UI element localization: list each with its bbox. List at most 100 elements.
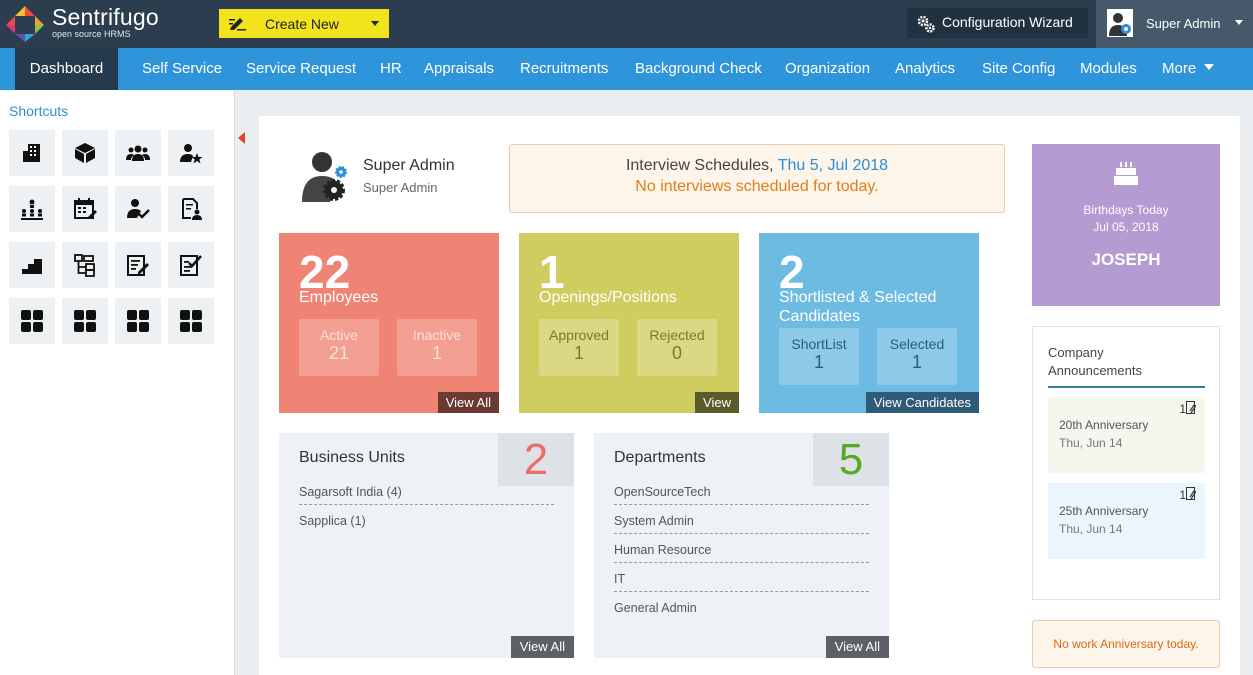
shortcut-favorite-user[interactable] (168, 130, 214, 176)
attachment-count-value: 1 (1179, 488, 1186, 502)
active-employees-box: Active 21 (299, 319, 379, 376)
selected-box: Selected 1 (877, 328, 957, 385)
interview-message: No interviews scheduled for today. (635, 178, 879, 195)
nav-item-analytics[interactable]: Analytics (895, 48, 955, 90)
shortcut-user-approve[interactable] (115, 186, 161, 232)
rejected-box: Rejected 0 (637, 319, 717, 376)
nav-item-site-config[interactable]: Site Config (982, 48, 1055, 90)
create-new-label: Create New (265, 16, 339, 32)
sentrifugo-logo-icon[interactable] (4, 4, 46, 44)
selected-label: Selected (889, 336, 945, 352)
shortlist-box: ShortList 1 (779, 328, 859, 385)
candidates-card: 2 Shortlisted & Selected Candidates Short… (759, 233, 979, 413)
nav-item-dashboard[interactable]: Dashboard (15, 48, 118, 90)
collapse-sidebar-icon[interactable] (238, 132, 245, 144)
birthday-name: JOSEPH (1091, 250, 1161, 269)
department-item[interactable]: OpenSourceTech (614, 485, 869, 505)
shortcut-structure[interactable] (62, 242, 108, 288)
shortcut-checklist[interactable] (168, 242, 214, 288)
main-nav: Dashboard Self Service Service Request H… (0, 48, 1253, 90)
employees-view-all-button[interactable]: View All (437, 392, 499, 413)
shortcut-employees[interactable] (115, 130, 161, 176)
admin-user-icon (302, 152, 347, 202)
profile-name: Super Admin (363, 157, 455, 174)
employees-card: 22 Employees Active 21 Inactive 1 View A… (279, 233, 499, 413)
rejected-value: 0 (671, 343, 682, 363)
brand-name: Sentrifugo (52, 4, 159, 30)
interview-heading: Interview Schedules, Thu 5, Jul 2018 (510, 157, 1004, 175)
user-check-icon (127, 199, 150, 219)
approved-value: 1 (573, 343, 584, 363)
nav-item-more[interactable]: More (1162, 48, 1215, 90)
configuration-wizard-label: Configuration Wizard (942, 14, 1073, 30)
calendar-icon (74, 198, 97, 219)
pencil-icon (229, 18, 246, 31)
tree-structure-icon (74, 254, 95, 277)
candidates-label-line2: Candidates (779, 308, 860, 325)
configuration-wizard-button[interactable]: Configuration Wizard (907, 8, 1088, 38)
building-icon (23, 144, 40, 162)
business-units-count: 2 (498, 433, 574, 486)
paperclip-icon (1186, 487, 1196, 500)
nav-item-service-request[interactable]: Service Request (246, 48, 356, 90)
announcements-title-line1: Company (1048, 345, 1104, 360)
business-units-view-all-button[interactable]: View All (510, 636, 574, 658)
view-candidates-button[interactable]: View Candidates (865, 392, 979, 413)
announcement-name: 20th Anniversary (1059, 418, 1149, 432)
shortcut-organization[interactable] (9, 130, 55, 176)
business-unit-item[interactable]: Sapplica (1) (299, 514, 554, 533)
shortlist-value: 1 (813, 352, 824, 372)
selected-value: 1 (911, 352, 922, 372)
nav-item-self-service[interactable]: Self Service (142, 48, 222, 90)
shortcut-levels[interactable] (9, 242, 55, 288)
birthday-date: Jul 05, 2018 (1093, 220, 1159, 234)
nav-item-organization[interactable]: Organization (785, 48, 870, 90)
user-star-icon (180, 144, 203, 164)
attachment-count: 1 (1179, 401, 1197, 416)
shortcut-edit-document[interactable] (115, 242, 161, 288)
department-item[interactable]: General Admin (614, 601, 869, 620)
approved-label: Approved (549, 327, 609, 343)
shortcut-grid-1[interactable] (9, 298, 55, 344)
shortcut-calendar[interactable] (62, 186, 108, 232)
avatar-icon (1107, 9, 1133, 37)
profile-role: Super Admin (363, 180, 438, 195)
nav-item-more-label: More (1162, 60, 1197, 77)
active-value: 21 (328, 343, 350, 363)
nav-item-appraisals[interactable]: Appraisals (424, 48, 494, 90)
grid-icon (74, 310, 96, 332)
department-item[interactable]: System Admin (614, 514, 869, 534)
nav-item-background-check[interactable]: Background Check (635, 48, 762, 90)
top-bar: Sentrifugo open source HRMS Create New C… (0, 0, 1253, 48)
announcement-name: 25th Anniversary (1059, 504, 1149, 518)
nav-item-hr[interactable]: HR (380, 48, 402, 90)
department-item[interactable]: Human Resource (614, 543, 869, 563)
openings-label: Openings/Positions (539, 289, 677, 306)
nav-item-modules[interactable]: Modules (1080, 48, 1137, 90)
shortcut-grid-4[interactable] (168, 298, 214, 344)
shortcut-user-document[interactable] (168, 186, 214, 232)
announcement-item[interactable]: 1 20th Anniversary Thu, Jun 14 (1048, 397, 1205, 473)
department-item[interactable]: IT (614, 572, 869, 592)
approved-box: Approved 1 (539, 319, 619, 376)
shortcut-grid-2[interactable] (62, 298, 108, 344)
shortcut-org-hierarchy[interactable] (9, 186, 55, 232)
openings-card: 1 Openings/Positions Approved 1 Rejected… (519, 233, 739, 413)
create-new-button[interactable]: Create New (219, 9, 389, 38)
departments-view-all-button[interactable]: View All (825, 636, 889, 658)
user-menu[interactable]: Super Admin (1096, 0, 1253, 48)
openings-view-button[interactable]: View (695, 392, 739, 413)
users-group-icon (126, 145, 150, 161)
shortcut-assets[interactable] (62, 130, 108, 176)
business-unit-item[interactable]: Sagarsoft India (4) (299, 485, 554, 505)
rejected-label: Rejected (649, 327, 705, 343)
announcement-item[interactable]: 1 25th Anniversary Thu, Jun 14 (1048, 483, 1205, 559)
stairs-icon (22, 259, 42, 274)
grid-icon (127, 310, 149, 332)
departments-title: Departments (614, 449, 706, 466)
candidates-label: Shortlisted & Selected Candidates (779, 288, 936, 326)
inactive-value: 1 (431, 343, 442, 363)
nav-item-recruitments[interactable]: Recruitments (520, 48, 608, 90)
edit-document-icon (127, 255, 149, 276)
shortcut-grid-3[interactable] (115, 298, 161, 344)
